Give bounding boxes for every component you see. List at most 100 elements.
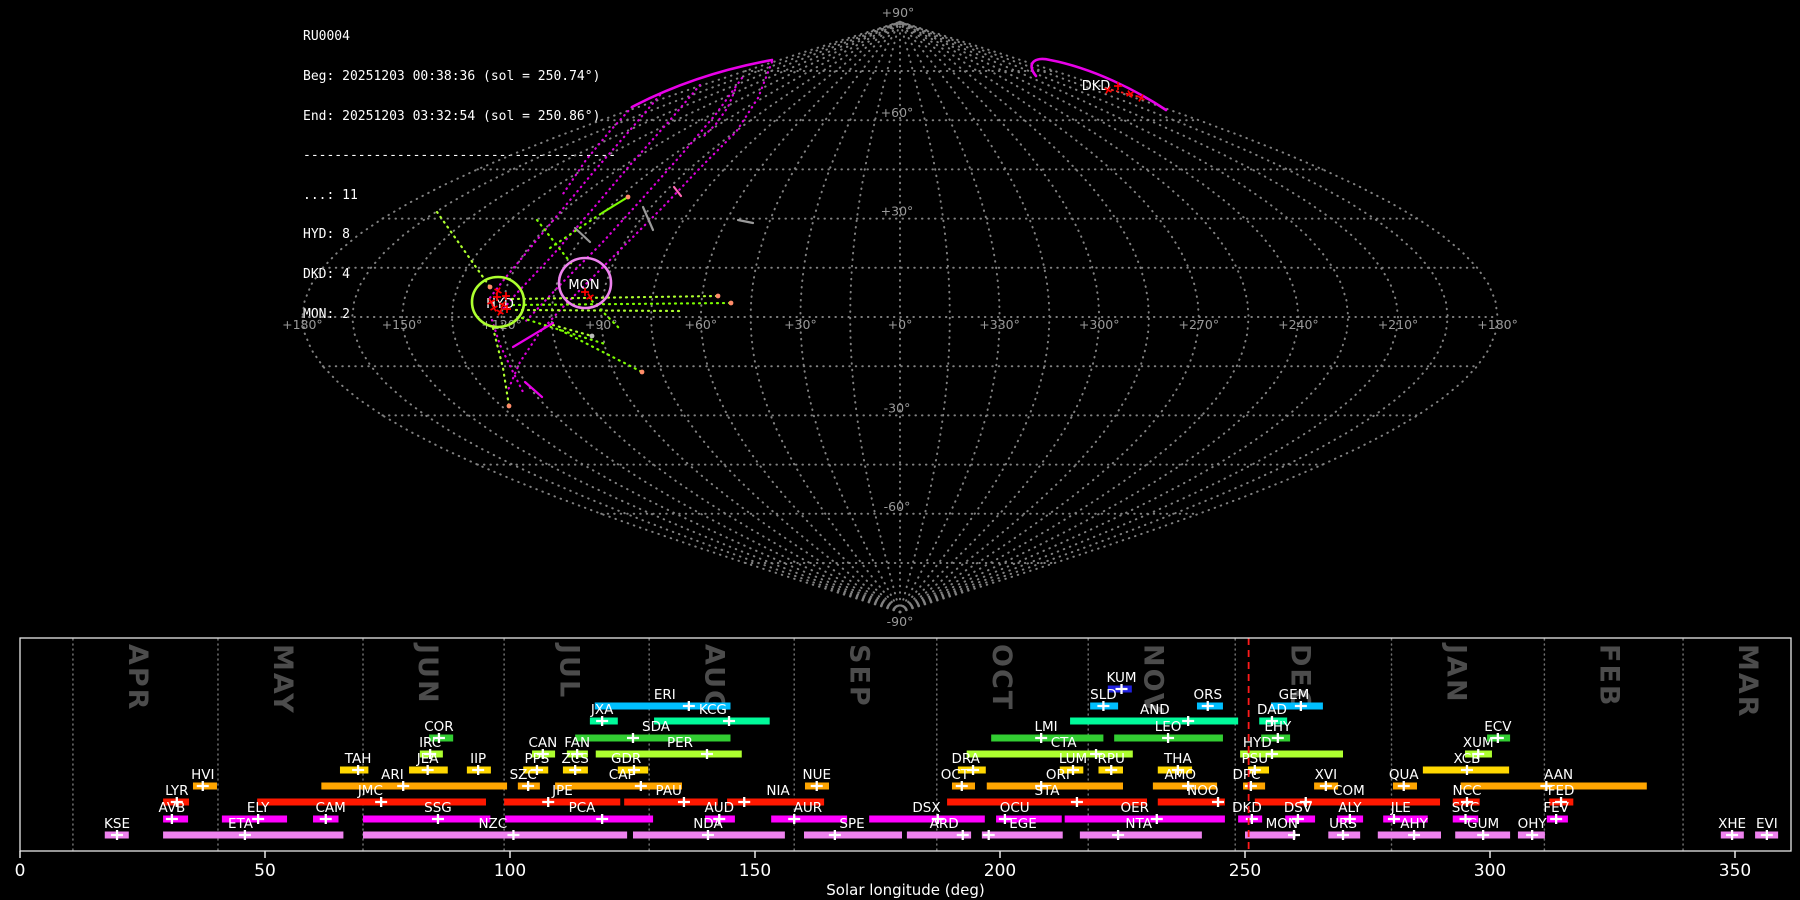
shower-IIP: IIP bbox=[466, 751, 491, 775]
shower-label: NOO bbox=[1187, 783, 1218, 799]
x-tick-label: 150 bbox=[739, 861, 771, 881]
shower-label: GUM bbox=[1467, 816, 1499, 832]
shower-label: GDR bbox=[611, 751, 641, 767]
shower-label: CAN bbox=[528, 735, 557, 751]
shower-bar bbox=[991, 734, 1104, 742]
shower-label: PPS bbox=[525, 751, 550, 767]
shower-label: JPE bbox=[551, 783, 573, 799]
shower-label: ETA bbox=[228, 816, 254, 832]
shower-SLD: SLD bbox=[1090, 687, 1119, 711]
shower-CAM: CAM bbox=[313, 800, 346, 824]
month-label: MAY bbox=[267, 644, 298, 715]
shower-label: CAM bbox=[316, 800, 346, 816]
shower-label: SCC bbox=[1452, 800, 1479, 816]
shower-QUA: QUA bbox=[1389, 767, 1419, 791]
x-tick-label: 350 bbox=[1719, 861, 1751, 881]
shower-label: DKD bbox=[1232, 800, 1262, 816]
month-label: SEP bbox=[843, 644, 874, 708]
shower-URS: URS bbox=[1328, 816, 1361, 840]
x-tick-label: 0 bbox=[15, 861, 26, 881]
shower-label: OER bbox=[1120, 800, 1149, 816]
x-axis-title: Solar longitude (deg) bbox=[826, 881, 984, 899]
shower-FEV: FEV bbox=[1543, 800, 1570, 824]
shower-label: AUD bbox=[704, 800, 734, 816]
shower-RPU: RPU bbox=[1098, 751, 1125, 775]
shower-label: XHE bbox=[1718, 816, 1746, 832]
shower-label: NDA bbox=[693, 816, 723, 832]
x-tick-label: 50 bbox=[254, 861, 276, 881]
month-label: APR bbox=[122, 644, 153, 711]
shower-label: LEO bbox=[1155, 719, 1182, 735]
shower-label: OHY bbox=[1518, 816, 1548, 832]
shower-label: DPC bbox=[1232, 767, 1260, 783]
shower-label: XUM bbox=[1463, 735, 1494, 751]
shower-label: AAN bbox=[1544, 767, 1573, 783]
shower-label: COM bbox=[1333, 783, 1365, 799]
shower-NUE: NUE bbox=[802, 767, 831, 791]
shower-label: OCT bbox=[941, 767, 970, 783]
shower-bar bbox=[321, 782, 508, 790]
shower-XHE: XHE bbox=[1718, 816, 1746, 840]
shower-label: ORS bbox=[1193, 687, 1222, 703]
shower-label: ECV bbox=[1484, 719, 1512, 735]
shower-label: EVI bbox=[1756, 816, 1778, 832]
x-tick-label: 300 bbox=[1474, 861, 1506, 881]
shower-label: ARI bbox=[381, 767, 404, 783]
shower-label: ARD bbox=[930, 816, 959, 832]
shower-label: KUM bbox=[1107, 670, 1137, 686]
shower-bar bbox=[771, 815, 848, 823]
shower-label: AHY bbox=[1400, 816, 1428, 832]
shower-label: MON bbox=[1266, 816, 1298, 832]
shower-label: ZCS bbox=[562, 751, 589, 767]
shower-label: JXA bbox=[590, 702, 614, 718]
shower-label: THA bbox=[1163, 751, 1192, 767]
shower-label: NIA bbox=[766, 783, 790, 799]
shower-label: LMI bbox=[1034, 719, 1057, 735]
shower-bar bbox=[947, 798, 1147, 806]
shower-bar bbox=[363, 831, 628, 839]
shower-bar bbox=[654, 717, 770, 725]
shower-label: GEM bbox=[1279, 687, 1310, 703]
shower-label: NZC bbox=[478, 816, 507, 832]
shower-label: NUE bbox=[802, 767, 831, 783]
shower-label: CAP bbox=[609, 767, 636, 783]
shower-label: JLE bbox=[1390, 800, 1411, 816]
shower-label: SLD bbox=[1090, 687, 1117, 703]
shower-label: EHY bbox=[1264, 719, 1292, 735]
shower-bar bbox=[505, 815, 654, 823]
month-label: JUN bbox=[412, 642, 443, 705]
shower-label: LYR bbox=[165, 783, 188, 799]
shower-label: IRC bbox=[419, 735, 441, 751]
x-tick-label: 250 bbox=[1229, 861, 1261, 881]
shower-bar bbox=[869, 815, 985, 823]
shower-bar bbox=[804, 831, 902, 839]
shower-DKD: DKD bbox=[1232, 800, 1263, 824]
shower-label: ALY bbox=[1338, 800, 1362, 816]
shower-label: AUR bbox=[794, 800, 823, 816]
shower-bar bbox=[1079, 831, 1202, 839]
shower-label: XVI bbox=[1315, 767, 1337, 783]
month-label: FEB bbox=[1594, 644, 1625, 707]
shower-label: DSX bbox=[912, 800, 940, 816]
shower-label: AMO bbox=[1165, 767, 1197, 783]
shower-HVI: HVI bbox=[191, 767, 217, 791]
shower-label: IIP bbox=[470, 751, 486, 767]
shower-label: PER bbox=[667, 735, 693, 751]
shower-label: OCU bbox=[1000, 800, 1030, 816]
shower-label: SZC bbox=[510, 767, 537, 783]
radiant-map-page: RU0004 Beg: 20251203 00:38:36 (sol = 250… bbox=[0, 0, 1800, 900]
shower-label: FEV bbox=[1543, 800, 1569, 816]
shower-bar bbox=[575, 734, 731, 742]
x-axis: 0 50 100 150 200 250 300 350 Solar longitude (de… bbox=[15, 851, 1751, 899]
shower-label: SSG bbox=[424, 800, 452, 816]
shower-label: TAH bbox=[344, 751, 372, 767]
x-tick-label: 200 bbox=[984, 861, 1016, 881]
shower-SZC: SZC bbox=[510, 767, 540, 791]
shower-label: ORI bbox=[1046, 767, 1070, 783]
shower-label: DSV bbox=[1284, 800, 1313, 816]
shower-label: SPE bbox=[839, 816, 864, 832]
shower-label: NCC bbox=[1452, 783, 1481, 799]
shower-label: FAN bbox=[564, 735, 590, 751]
month-label: MAR bbox=[1732, 644, 1763, 719]
shower-bar bbox=[163, 831, 344, 839]
